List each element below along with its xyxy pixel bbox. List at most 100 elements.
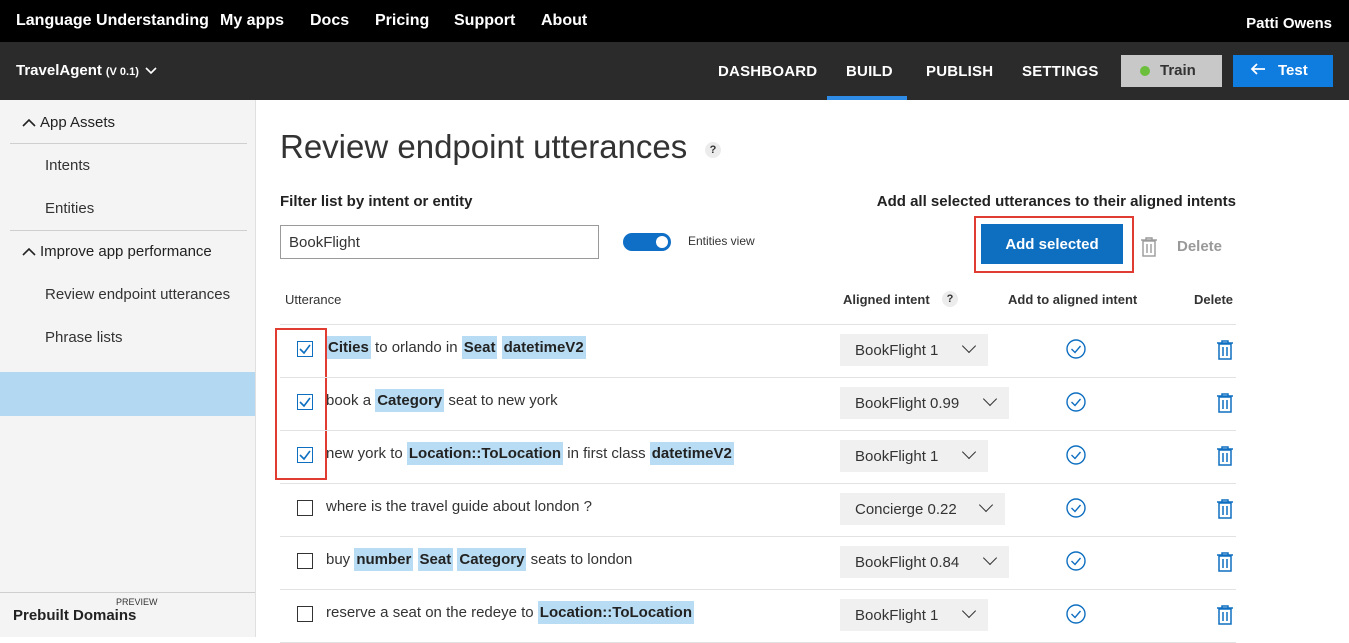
row-checkbox[interactable]: [297, 606, 313, 622]
trash-icon[interactable]: [1216, 445, 1234, 472]
sidebar-item-phrase-lists[interactable]: Phrase lists: [45, 329, 123, 346]
header-utterance: Utterance: [285, 292, 342, 307]
table-row: buy number Seat Category seats to london…: [280, 536, 1236, 589]
row-checkbox[interactable]: [297, 500, 313, 516]
entity-label[interactable]: datetimeV2: [501, 336, 586, 359]
trash-icon[interactable]: [1216, 392, 1234, 419]
trash-icon[interactable]: [1216, 498, 1234, 525]
add-selected-button[interactable]: Add selected: [981, 224, 1123, 264]
trash-icon[interactable]: [1216, 339, 1234, 366]
aligned-intent-dropdown[interactable]: BookFlight 0.84: [840, 546, 1009, 578]
sidebar-section-app-assets[interactable]: App Assets: [22, 114, 115, 131]
row-checkbox[interactable]: [297, 553, 313, 569]
divider: [10, 230, 247, 231]
top-nav: Language Understanding My apps Docs Pric…: [0, 0, 1349, 42]
aligned-intent-dropdown[interactable]: BookFlight 1: [840, 599, 988, 631]
check-circle-icon[interactable]: [1066, 392, 1086, 417]
table-row: book a Category seat to new york BookFlig…: [280, 377, 1236, 430]
filter-label: Filter list by intent or entity: [280, 193, 473, 210]
entity-label[interactable]: Location::ToLocation: [406, 442, 564, 465]
aligned-intent-dropdown[interactable]: BookFlight 1: [840, 440, 988, 472]
check-circle-icon[interactable]: [1066, 445, 1086, 470]
aligned-intent-dropdown[interactable]: Concierge 0.22: [840, 493, 1005, 525]
entities-view-label: Entities view: [688, 234, 755, 248]
trash-icon[interactable]: [1140, 236, 1158, 263]
aligned-intent-value: Concierge 0.22: [855, 501, 957, 518]
nav-pricing[interactable]: Pricing: [375, 12, 429, 30]
sidebar-item-review-endpoint-utterances[interactable]: Review endpoint utterances: [45, 286, 230, 303]
chevron-down-icon: [978, 497, 994, 513]
aligned-intent-dropdown[interactable]: BookFlight 1: [840, 334, 988, 366]
entity-label[interactable]: datetimeV2: [649, 442, 734, 465]
chevron-down-icon: [982, 391, 998, 407]
tab-settings[interactable]: SETTINGS: [1022, 63, 1099, 80]
row-divider: [280, 324, 1236, 325]
train-button[interactable]: Train: [1121, 55, 1222, 87]
aligned-intent-value: BookFlight 1: [855, 607, 939, 624]
prebuilt-domains-label: Prebuilt Domains: [13, 607, 137, 624]
nav-docs[interactable]: Docs: [310, 12, 349, 30]
trash-icon[interactable]: [1216, 604, 1234, 631]
nav-about[interactable]: About: [541, 12, 587, 30]
chevron-down-icon: [982, 550, 998, 566]
sidebar-item-entities[interactable]: Entities: [45, 200, 94, 217]
prebuilt-domains-link[interactable]: PREVIEW Prebuilt Domains: [0, 592, 255, 637]
tab-build[interactable]: BUILD: [846, 63, 893, 80]
table-row: new york to Location::ToLocation in firs…: [280, 430, 1236, 483]
brand-link[interactable]: Language Understanding: [16, 12, 209, 30]
sidebar-section-label: App Assets: [40, 114, 116, 131]
row-divider: [280, 589, 1236, 590]
filter-input[interactable]: [280, 225, 599, 259]
nav-support[interactable]: Support: [454, 12, 515, 30]
nav-my-apps[interactable]: My apps: [220, 12, 284, 30]
chevron-up-icon: [22, 245, 40, 259]
aligned-intent-value: BookFlight 0.99: [855, 395, 960, 412]
aligned-intent-dropdown[interactable]: BookFlight 0.99: [840, 387, 1009, 419]
aligned-intent-value: BookFlight 0.84: [855, 554, 960, 571]
entity-label[interactable]: number: [354, 548, 414, 571]
chevron-down-icon: [961, 338, 977, 354]
entity-label[interactable]: Seat: [417, 548, 454, 571]
check-circle-icon[interactable]: [1066, 551, 1086, 576]
entity-label[interactable]: Category: [375, 389, 445, 412]
help-icon[interactable]: ?: [705, 142, 721, 158]
utterance-text: new york to Location::ToLocation in firs…: [326, 442, 734, 465]
entities-view-toggle[interactable]: [623, 233, 671, 251]
check-circle-icon[interactable]: [1066, 339, 1086, 364]
utterance-segment: seats to london: [526, 551, 633, 568]
entity-label[interactable]: Seat: [461, 336, 498, 359]
sidebar: App Assets Intents Entities Improve app …: [0, 100, 256, 637]
utterance-segment: buy: [326, 551, 355, 568]
app-bar: TravelAgent (V 0.1) DASHBOARD BUILD PUBLI…: [0, 42, 1349, 100]
highlight-box: [275, 328, 327, 480]
row-divider: [280, 536, 1236, 537]
sidebar-section-label: Improve app performance: [40, 243, 212, 260]
aligned-intent-value: BookFlight 1: [855, 448, 939, 465]
utterance-segment: [413, 551, 417, 568]
utterance-segment: new york to: [326, 445, 407, 462]
delete-label[interactable]: Delete: [1177, 238, 1222, 255]
utterance-segment: in first class: [563, 445, 650, 462]
sidebar-section-improve[interactable]: Improve app performance: [22, 243, 212, 260]
entity-label[interactable]: Location::ToLocation: [537, 601, 694, 624]
utterance-segment: seat to new york: [444, 392, 558, 409]
check-circle-icon[interactable]: [1066, 604, 1086, 629]
app-name: TravelAgent: [16, 62, 102, 79]
entity-label[interactable]: Category: [457, 548, 527, 571]
utterance-segment: to orlando in: [370, 339, 462, 356]
sidebar-item-intents[interactable]: Intents: [45, 157, 90, 174]
toggle-knob: [656, 236, 668, 248]
app-selector[interactable]: TravelAgent (V 0.1): [16, 62, 157, 79]
check-circle-icon[interactable]: [1066, 498, 1086, 523]
test-button[interactable]: Test: [1233, 55, 1333, 87]
tab-dashboard[interactable]: DASHBOARD: [718, 63, 817, 80]
trash-icon[interactable]: [1216, 551, 1234, 578]
user-name[interactable]: Patti Owens: [1246, 15, 1332, 32]
tab-publish[interactable]: PUBLISH: [926, 63, 993, 80]
entity-label[interactable]: Cities: [326, 336, 371, 359]
utterance-text: where is the travel guide about london ?: [326, 498, 592, 515]
aligned-intent-value: BookFlight 1: [855, 342, 939, 359]
help-icon[interactable]: ?: [942, 291, 958, 307]
row-divider: [280, 483, 1236, 484]
status-dot-icon: [1140, 66, 1150, 76]
